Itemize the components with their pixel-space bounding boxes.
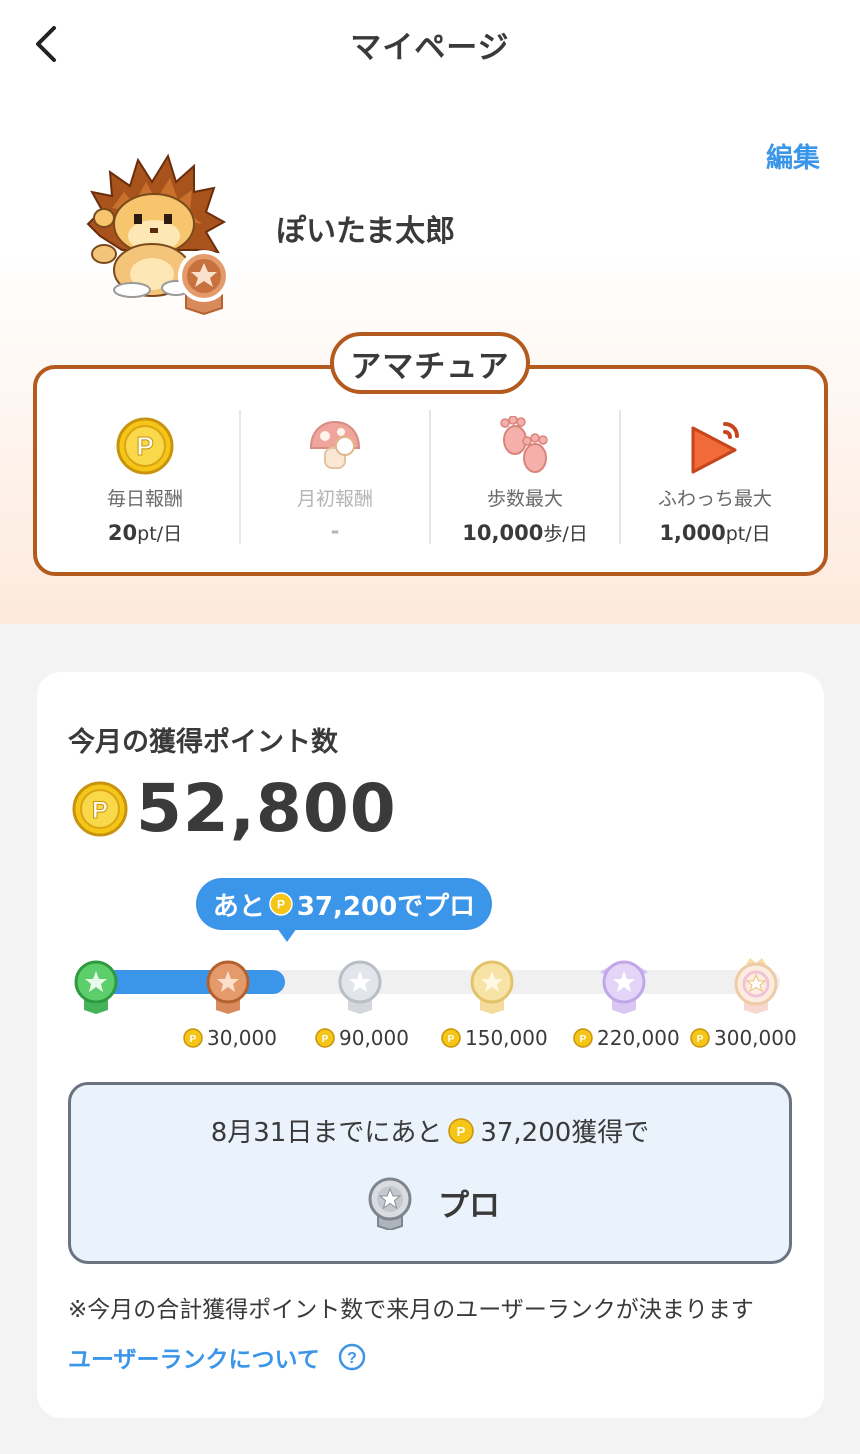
coin-icon: P [690,1028,710,1048]
perk-value: 20pt/日 [107,521,183,545]
edit-button[interactable]: 編集 [766,136,820,175]
help-icon[interactable]: ? [338,1343,366,1371]
perk-monthly-reward: 月初報酬 - [240,410,430,560]
rank-info-link[interactable]: ユーザーランクについて ? [68,1340,366,1374]
milestone-label: P 90,000 [315,1026,409,1050]
perk-steps-max: 歩数最大 10,000歩/日 [430,410,620,560]
svg-text:P: P [697,1034,704,1045]
user-name: ぽいたま太郎 [276,214,456,249]
green-medal-icon [74,960,118,1014]
silver-medal-icon [338,960,382,1014]
coin-icon: P [315,1028,335,1048]
bronze-medal-icon [206,960,250,1014]
svg-text:P: P [448,1034,455,1045]
svg-text:?: ? [347,1350,357,1367]
svg-text:P: P [277,898,285,912]
coin-icon: P [183,1028,203,1048]
milestone-label: P 30,000 [183,1026,277,1050]
daily-coin-icon: P [116,417,174,475]
svg-text:P: P [322,1034,329,1045]
svg-text:P: P [92,797,108,824]
silver-medal-icon [368,1177,412,1230]
points-title: 今月の獲得ポイント数 [68,727,338,758]
milestone-label: P 220,000 [573,1026,680,1050]
perk-label: ふわっち最大 [657,488,772,510]
bubble-amount: 37,200でプロ [296,891,476,922]
perk-label: 毎日報酬 [106,488,183,510]
points-value: 52,800 [136,770,397,847]
current-rank-badge: アマチュア [330,332,530,394]
mushroom-icon [309,420,361,469]
svg-text:P: P [190,1034,197,1045]
rainbow-medal-icon [734,958,778,1014]
coin-icon: P [441,1028,461,1048]
goal-message: 8月31日までにあと P 37,200獲得で [210,1117,650,1148]
next-rank-bubble: あと P 37,200でプロ [196,878,492,930]
play-icon [691,422,739,474]
point-coin-icon: P [72,781,128,837]
avatar[interactable] [82,152,238,316]
coin-icon: P [269,892,293,916]
page-title: マイページ [350,30,510,66]
next-rank-goal-box [68,1082,792,1264]
bronze-medal-icon [178,250,230,316]
svg-text:P: P [136,431,153,461]
svg-text:P: P [580,1034,587,1045]
perk-daily-reward: P 毎日報酬 20pt/日 [50,410,240,560]
perk-value: 10,000歩/日 [462,521,588,545]
coin-icon: P [573,1028,593,1048]
rank-info-link-label: ユーザーランクについて [68,1347,320,1373]
perk-value: 1,000pt/日 [659,521,771,545]
milestone-label: P 150,000 [441,1026,548,1050]
footprints-icon [500,416,548,473]
rank-note: ※今月の合計獲得ポイント数で来月のユーザーランクが決まります [68,1297,754,1323]
perk-value: - [330,519,340,543]
next-rank-name: プロ [438,1188,500,1224]
perk-label: 月初報酬 [296,488,373,510]
perk-fuwacchi-max: ふわっち最大 1,000pt/日 [620,410,810,560]
purple-medal-icon [600,960,648,1014]
svg-text:P: P [457,1124,466,1139]
bubble-tail [277,928,297,942]
milestone-label: P 300,000 [690,1026,797,1050]
bubble-prefix: あと [212,891,265,922]
coin-icon: P [448,1117,475,1144]
perk-label: 歩数最大 [486,488,563,510]
gold-medal-icon [470,960,514,1014]
